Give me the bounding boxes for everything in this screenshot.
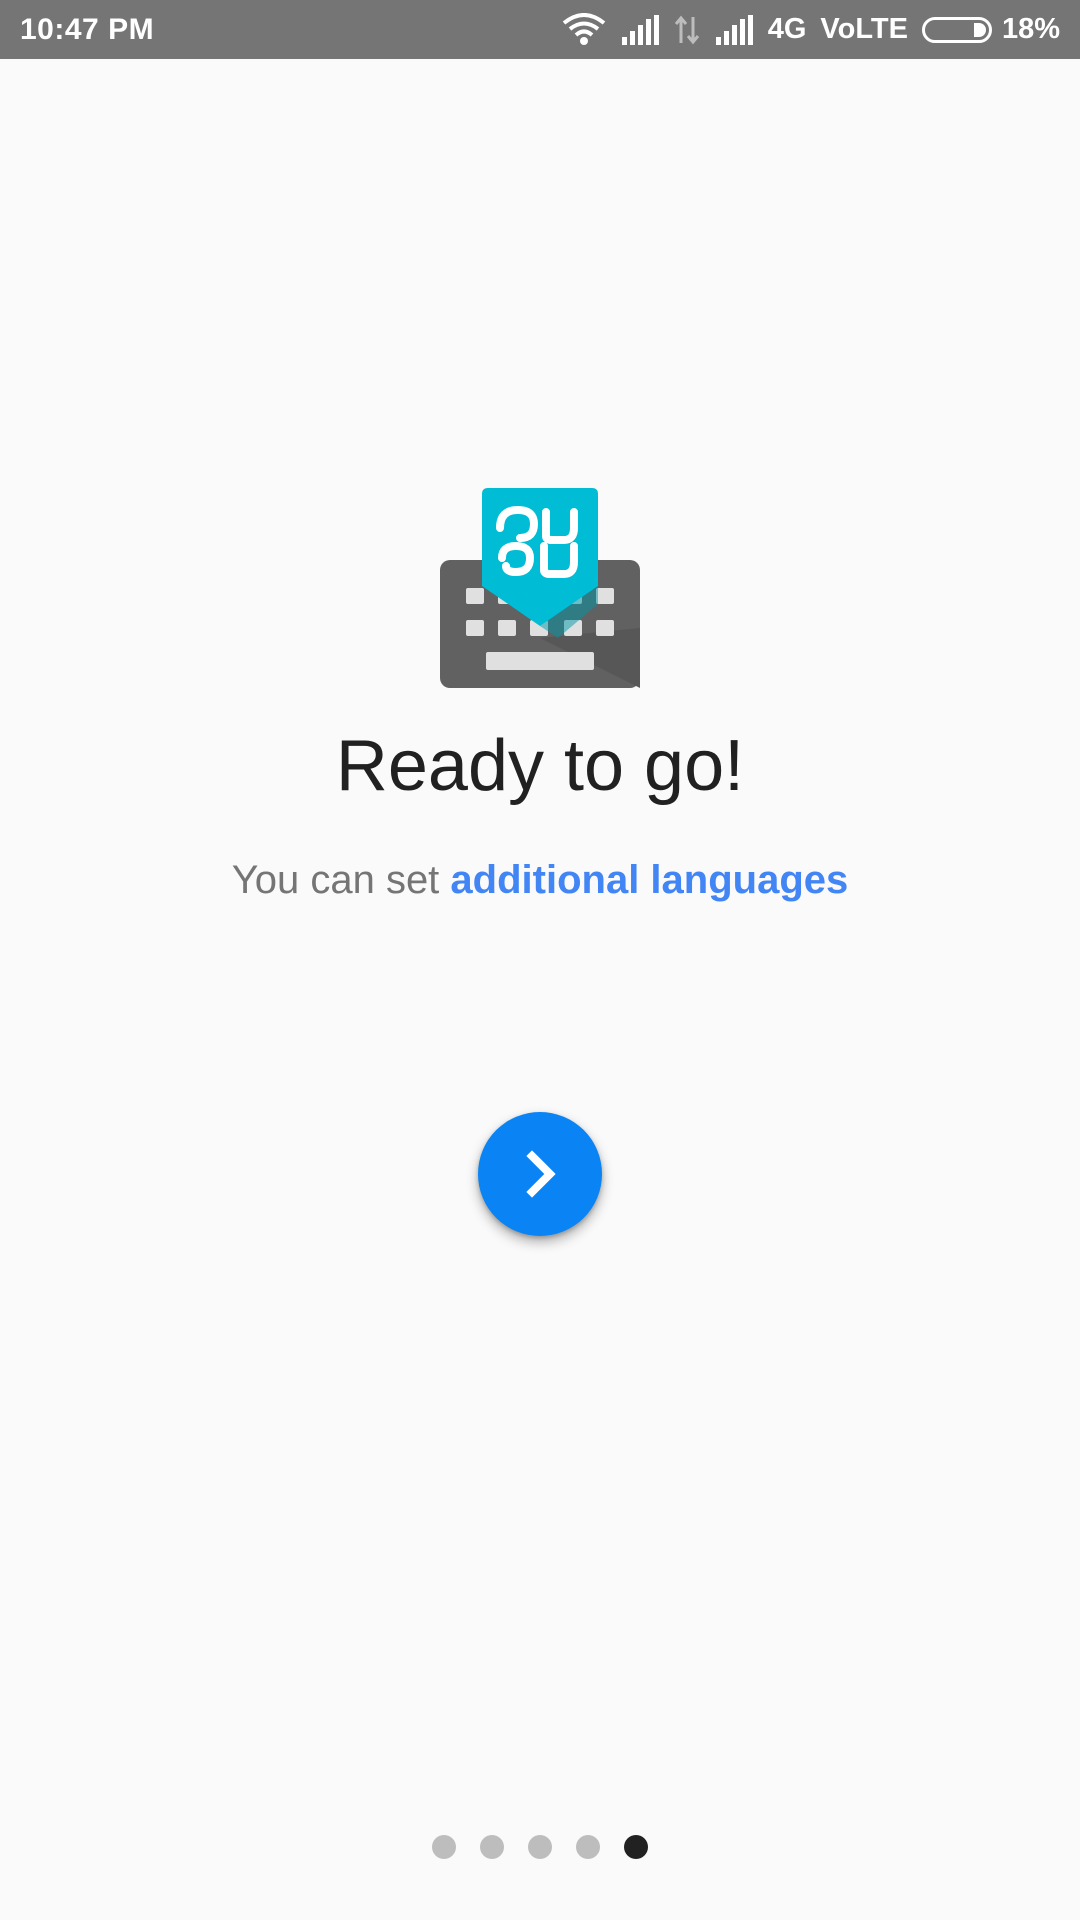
signal-icon-2 bbox=[715, 14, 753, 45]
page-indicator bbox=[0, 1835, 1080, 1859]
chevron-right-icon bbox=[526, 1150, 556, 1198]
page-dot bbox=[528, 1835, 552, 1859]
page-dot bbox=[576, 1835, 600, 1859]
battery: 18% bbox=[921, 13, 1060, 46]
battery-icon bbox=[921, 16, 992, 43]
status-icons: 4G VoLTE 18% bbox=[562, 12, 1060, 47]
additional-languages-link[interactable]: additional languages bbox=[450, 858, 848, 902]
page-title: Ready to go! bbox=[335, 726, 745, 806]
page-dot bbox=[432, 1835, 456, 1859]
status-time: 10:47 PM bbox=[20, 12, 155, 46]
next-button[interactable] bbox=[478, 1112, 602, 1236]
wifi-icon bbox=[562, 12, 605, 45]
data-arrows-icon bbox=[674, 15, 699, 44]
gboard-indic-keyboard-icon bbox=[440, 488, 640, 688]
setup-screen: 10:47 PM 4G VoLTE 18% Ready to go! You c… bbox=[0, 0, 1080, 1920]
status-bar: 10:47 PM 4G VoLTE 18% bbox=[0, 0, 1080, 59]
subtitle: You can set additional languages bbox=[0, 858, 1080, 903]
page-dot bbox=[624, 1835, 648, 1859]
battery-percent: 18% bbox=[1001, 13, 1060, 45]
signal-icon bbox=[621, 14, 659, 45]
volte-label: VoLTE bbox=[820, 13, 908, 45]
network-type: 4G bbox=[767, 13, 807, 45]
subtitle-text: You can set bbox=[231, 858, 451, 902]
page-dot bbox=[480, 1835, 504, 1859]
